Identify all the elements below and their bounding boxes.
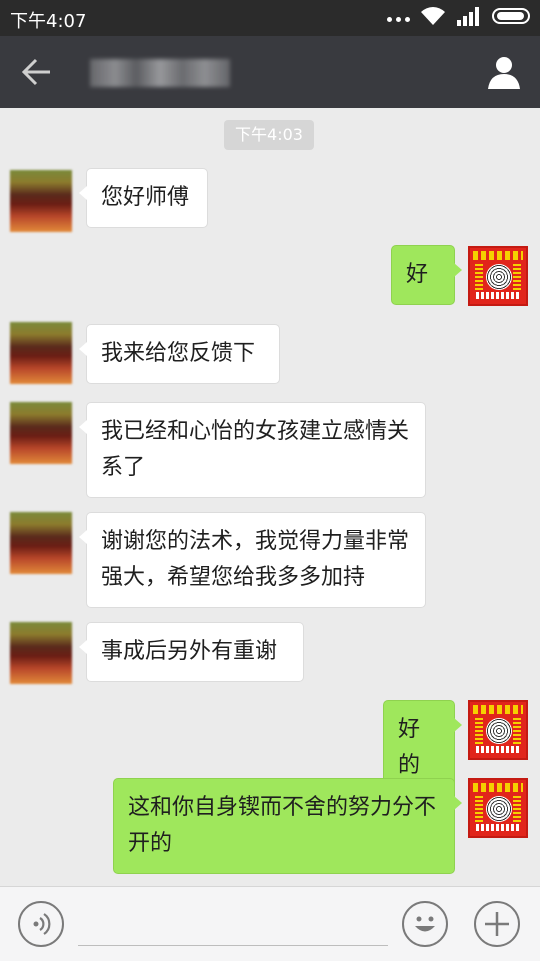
status-icons [387, 6, 530, 26]
message-bubble-incoming[interactable]: 事成后另外有重谢 [79, 622, 304, 682]
message-bubble-outgoing[interactable]: 好 [391, 245, 462, 305]
contact-avatar[interactable] [10, 170, 72, 232]
emoji-button[interactable] [402, 901, 448, 947]
voice-button[interactable] [18, 901, 64, 947]
wifi-icon [421, 7, 445, 25]
contact-avatar[interactable] [10, 512, 72, 574]
contact-name [90, 59, 230, 87]
self-avatar[interactable] [468, 246, 528, 306]
self-avatar[interactable] [468, 700, 528, 760]
contact-avatar[interactable] [10, 622, 72, 684]
status-bar: 下午4:07 [0, 0, 540, 36]
more-dots-icon [387, 16, 410, 22]
message-input[interactable] [78, 945, 388, 946]
message-bubble-outgoing[interactable]: 这和你自身锲而不舍的努力分不开的 [113, 778, 462, 874]
person-icon[interactable] [486, 54, 522, 90]
plus-icon [485, 912, 509, 936]
message-bubble-incoming[interactable]: 我来给您反馈下 [79, 324, 280, 384]
status-time: 下午4:07 [10, 11, 87, 32]
chat-header [0, 36, 540, 108]
self-avatar[interactable] [468, 778, 528, 838]
message-bubble-incoming[interactable]: 您好师傅 [79, 168, 208, 228]
input-bar [0, 886, 540, 961]
message-bubble-incoming[interactable]: 我已经和心怡的女孩建立感情关系了 [79, 402, 426, 498]
plus-button[interactable] [474, 901, 520, 947]
chat-timestamp: 下午4:03 [224, 120, 314, 150]
emoji-icon [415, 916, 435, 932]
back-arrow-icon[interactable] [16, 52, 60, 92]
message-bubble-incoming[interactable]: 谢谢您的法术，我觉得力量非常强大，希望您给我多多加持 [79, 512, 426, 608]
signal-icon [457, 7, 479, 26]
voice-icon [33, 913, 51, 935]
battery-icon [492, 8, 530, 24]
contact-avatar[interactable] [10, 402, 72, 464]
chat-area[interactable]: 下午4:03 您好师傅 好 我来给您反馈下 我已经和心怡的女孩建立感情关系了 谢… [0, 108, 540, 886]
contact-avatar[interactable] [10, 322, 72, 384]
